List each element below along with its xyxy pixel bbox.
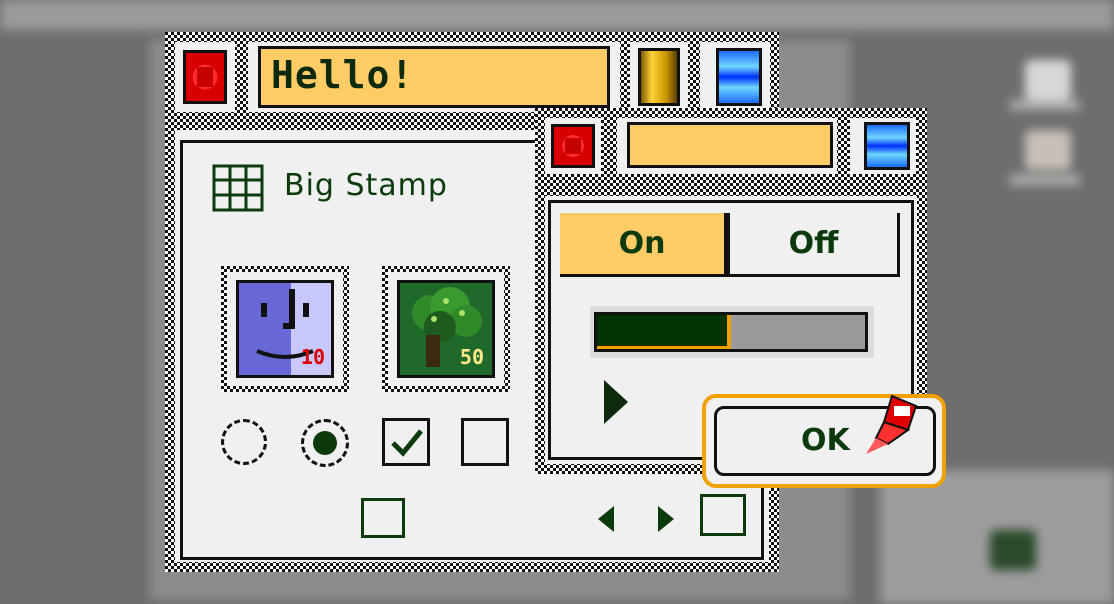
left-arrow-icon[interactable] (596, 504, 616, 534)
desktop-icon-2-label (1010, 175, 1080, 185)
play-icon[interactable] (602, 378, 630, 426)
segment-on[interactable]: On (560, 213, 730, 274)
child-title-bar[interactable] (627, 122, 833, 168)
desktop-icon-2 (1025, 130, 1071, 170)
desktop-menubar (0, 0, 1114, 30)
segmented-control: On Off (560, 213, 900, 277)
ok-button-label: OK (801, 423, 850, 458)
progress-track (594, 312, 868, 352)
grid-icon (212, 164, 264, 212)
progress-fill (597, 315, 731, 349)
radio-dot (313, 431, 337, 455)
segment-off-label: Off (788, 226, 839, 261)
right-arrow-icon[interactable] (656, 504, 676, 534)
stamp-tree-value: 50 (459, 345, 484, 369)
desktop-icon-1 (1025, 60, 1071, 100)
checkbox-1[interactable] (382, 418, 430, 466)
title-bar[interactable]: Hello! (258, 46, 610, 108)
zoom-button[interactable] (638, 48, 680, 106)
segment-off[interactable]: Off (730, 213, 897, 274)
radio-button-1[interactable] (221, 419, 267, 465)
segment-on-label: On (618, 226, 666, 261)
radio-button-2[interactable] (301, 419, 349, 467)
desktop-icon-1-label (1010, 100, 1080, 110)
bottom-square-button[interactable] (361, 498, 405, 538)
checkmark-icon (391, 429, 423, 457)
collapse-button[interactable] (716, 48, 762, 106)
window-title: Hello! (271, 53, 415, 97)
child-close-button[interactable] (551, 124, 595, 168)
pen-cursor-icon (866, 394, 918, 454)
desktop-icon-3 (990, 530, 1036, 570)
stamp-finder: 10 (236, 280, 334, 378)
stamp-tree: 50 (397, 280, 495, 378)
stamp-title: Big Stamp (284, 168, 448, 203)
progress-bar (590, 306, 874, 358)
checkbox-2[interactable] (461, 418, 509, 466)
resize-box[interactable] (700, 494, 746, 536)
child-collapse-button[interactable] (864, 122, 910, 170)
close-button[interactable] (183, 50, 227, 104)
stamp-finder-value: 10 (300, 345, 325, 369)
